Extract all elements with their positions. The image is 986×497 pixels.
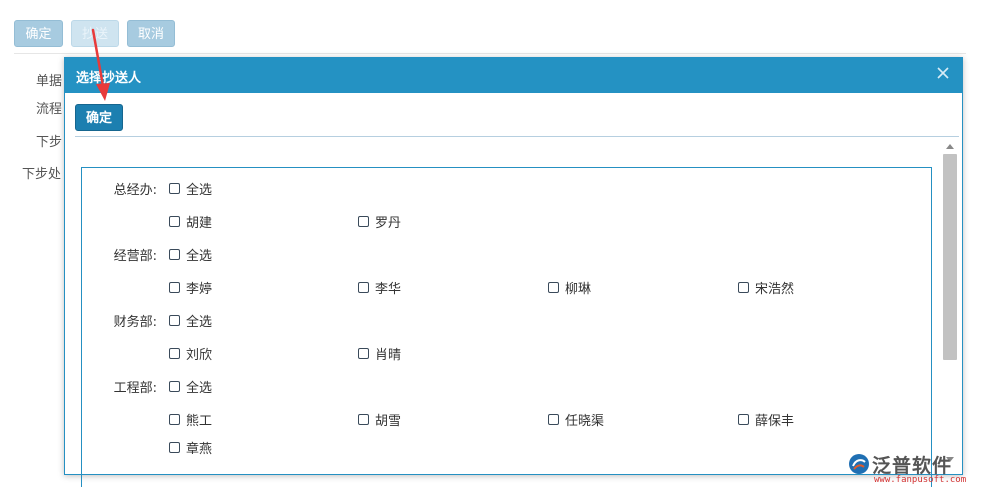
member-checkbox[interactable]: 李婷	[169, 278, 212, 297]
form-label-process: 流程	[36, 102, 63, 117]
member-name: 李华	[375, 282, 402, 297]
checkbox-box[interactable]	[358, 348, 369, 359]
member-checkbox[interactable]: 刘欣	[169, 344, 212, 363]
member-checkbox[interactable]: 李华	[358, 278, 401, 297]
dialog-header: 选择抄送人	[65, 58, 962, 93]
brand-logo-icon	[849, 454, 869, 474]
checkbox-box[interactable]	[169, 216, 180, 227]
member-checkbox[interactable]: 肖晴	[358, 344, 401, 363]
dept-label-operations: 经营部:	[113, 249, 157, 264]
checkbox-box[interactable]	[169, 381, 180, 392]
checkbox-box[interactable]	[738, 414, 749, 425]
member-checkbox[interactable]: 罗丹	[358, 212, 401, 231]
select-all-checkbox[interactable]: 全选	[169, 377, 212, 396]
member-name: 李婷	[186, 282, 213, 297]
member-name: 宋浩然	[755, 282, 795, 297]
checkbox-box[interactable]	[169, 282, 180, 293]
dialog-divider	[75, 136, 959, 137]
checkbox-box[interactable]	[358, 216, 369, 227]
close-icon[interactable]	[936, 66, 950, 80]
form-label-next-handler: 下步处	[22, 167, 62, 182]
form-label-next-step: 下步	[36, 135, 63, 150]
member-checkbox[interactable]: 胡雪	[358, 410, 401, 429]
member-checkbox[interactable]: 章燕	[169, 438, 212, 457]
select-cc-dialog: 选择抄送人 确定 总经办: 全选 胡建 罗丹 经营部: 全选 李婷 李华 柳琳 …	[64, 57, 963, 487]
member-name: 胡雪	[375, 414, 402, 429]
member-name: 柳琳	[565, 282, 592, 297]
watermark-brand: 泛普软件	[872, 455, 953, 477]
select-all-checkbox[interactable]: 全选	[169, 245, 212, 264]
member-checkbox[interactable]: 宋浩然	[738, 278, 794, 297]
watermark-url: www.fanpusoft.com	[874, 475, 967, 485]
member-name: 章燕	[186, 442, 213, 457]
cancel-button[interactable]: 取消	[127, 20, 175, 47]
scroll-up-icon[interactable]	[946, 144, 954, 149]
member-name: 熊工	[186, 414, 213, 429]
recipient-list: 总经办: 全选 胡建 罗丹 经营部: 全选 李婷 李华 柳琳 宋浩然 财务部: …	[81, 167, 932, 487]
scrollbar-thumb[interactable]	[943, 154, 957, 360]
dept-label-engineering: 工程部:	[113, 381, 157, 396]
member-checkbox[interactable]: 胡建	[169, 212, 212, 231]
checkbox-label: 全选	[186, 249, 213, 264]
toolbar-divider	[14, 53, 966, 54]
checkbox-box[interactable]	[169, 348, 180, 359]
checkbox-box[interactable]	[548, 414, 559, 425]
member-name: 薛保丰	[755, 414, 795, 429]
cc-button[interactable]: 抄送	[71, 20, 119, 47]
checkbox-box[interactable]	[738, 282, 749, 293]
checkbox-box[interactable]	[169, 183, 180, 194]
vertical-scrollbar[interactable]	[941, 138, 959, 472]
member-name: 刘欣	[186, 348, 213, 363]
form-label-document: 单据	[36, 74, 63, 89]
member-checkbox[interactable]: 任晓渠	[548, 410, 604, 429]
member-checkbox[interactable]: 熊工	[169, 410, 212, 429]
checkbox-label: 全选	[186, 183, 213, 198]
checkbox-box[interactable]	[169, 414, 180, 425]
dept-label-general-office: 总经办:	[113, 183, 157, 198]
checkbox-label: 全选	[186, 381, 213, 396]
dialog-title: 选择抄送人	[76, 71, 142, 86]
checkbox-box[interactable]	[169, 315, 180, 326]
fanpusoft-watermark: 泛普软件 www.fanpusoft.com	[848, 451, 976, 489]
member-checkbox[interactable]: 薛保丰	[738, 410, 794, 429]
checkbox-box[interactable]	[169, 249, 180, 260]
select-all-checkbox[interactable]: 全选	[169, 311, 212, 330]
select-all-checkbox[interactable]: 全选	[169, 179, 212, 198]
checkbox-box[interactable]	[169, 442, 180, 453]
member-checkbox[interactable]: 柳琳	[548, 278, 591, 297]
checkbox-label: 全选	[186, 315, 213, 330]
confirm-button[interactable]: 确定	[14, 20, 63, 47]
member-name: 胡建	[186, 216, 213, 231]
checkbox-box[interactable]	[548, 282, 559, 293]
checkbox-box[interactable]	[358, 414, 369, 425]
dept-label-finance: 财务部:	[113, 315, 157, 330]
checkbox-box[interactable]	[358, 282, 369, 293]
member-name: 任晓渠	[565, 414, 605, 429]
member-name: 罗丹	[375, 216, 402, 231]
dialog-confirm-button[interactable]: 确定	[75, 104, 123, 131]
member-name: 肖晴	[375, 348, 402, 363]
